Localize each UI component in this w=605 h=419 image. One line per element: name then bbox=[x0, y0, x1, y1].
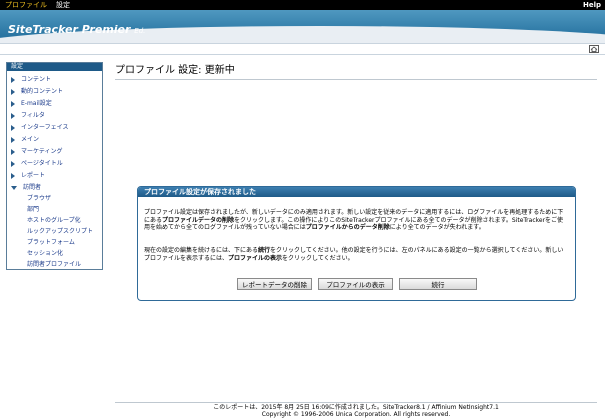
continue-button[interactable]: 続行 bbox=[399, 278, 477, 290]
header-banner: SiteTracker Premier Ed. bbox=[0, 10, 605, 40]
sidebar-item-report[interactable]: レポート bbox=[11, 171, 45, 180]
dialog-paragraph-1: プロファイル設定は保存されましたが、新しいデータにのみ適用されます。新しい設定を… bbox=[144, 209, 564, 231]
footer-divider bbox=[115, 402, 597, 403]
footer-report-info: このレポートは、2015年 8月 25日 16:09に作成されました。SiteT… bbox=[213, 404, 499, 411]
expand-arrow-icon bbox=[11, 76, 15, 83]
dialog-title: プロファイル設定が保存されました bbox=[138, 187, 575, 197]
dialog-paragraph-2: 現在の設定の編集を続けるには、下にある続行をクリックしてください。他の設定を行う… bbox=[144, 247, 564, 262]
menu-settings[interactable]: 設定 bbox=[56, 0, 70, 10]
brand-name: SiteTracker Premier bbox=[8, 23, 131, 36]
brand-logo: SiteTracker Premier Ed. bbox=[8, 23, 145, 36]
sidebar-item-main[interactable]: メイン bbox=[11, 135, 39, 144]
sidebar-item-content[interactable]: コンテント bbox=[11, 75, 51, 84]
top-menu-bar: プロファイル 設定 Help bbox=[0, 0, 605, 10]
expand-arrow-icon bbox=[11, 100, 15, 107]
sidebar-item-page-title[interactable]: ページタイトル bbox=[11, 159, 63, 168]
footer-copyright: Copyright © 1996-2006 Unica Corporation.… bbox=[261, 411, 451, 418]
sidebar-item-visitors[interactable]: 訪問者 bbox=[11, 183, 41, 192]
expand-arrow-icon bbox=[11, 160, 15, 167]
delete-report-data-button[interactable]: レポートデータの削除 bbox=[237, 278, 312, 290]
saved-dialog: プロファイル設定が保存されました プロファイル設定は保存されましたが、新しいデー… bbox=[137, 186, 576, 301]
sidebar-subitem-browser[interactable]: ブラウザ bbox=[27, 194, 51, 203]
sidebar-subitem-sessionization[interactable]: セッション化 bbox=[27, 249, 63, 258]
expand-arrow-icon bbox=[11, 88, 15, 95]
sidebar-item-email-settings[interactable]: E-mail設定 bbox=[11, 99, 52, 108]
sidebar-item-interface[interactable]: インターフェイス bbox=[11, 123, 68, 132]
sidebar-subitem-department[interactable]: 部門 bbox=[27, 205, 39, 214]
sidebar-header: 設定 bbox=[7, 63, 102, 71]
settings-sidebar: 設定 コンテント 動的コンテント E-mail設定 フィルタ インターフェイス … bbox=[6, 62, 103, 270]
sidebar-item-filter[interactable]: フィルタ bbox=[11, 111, 45, 120]
sidebar-subitem-platform[interactable]: プラットフォーム bbox=[27, 238, 75, 247]
expand-arrow-icon bbox=[11, 148, 15, 155]
menu-help[interactable]: Help bbox=[583, 0, 601, 10]
sidebar-item-dynamic-content[interactable]: 動的コンテント bbox=[11, 87, 63, 96]
footer: このレポートは、2015年 8月 25日 16:09に作成されました。SiteT… bbox=[115, 404, 597, 418]
toolbar bbox=[0, 43, 605, 55]
brand-edition: Ed. bbox=[134, 27, 146, 35]
sidebar-subitem-lookup-script[interactable]: ルックアップスクリプト bbox=[27, 227, 93, 236]
view-profile-button[interactable]: プロファイルの表示 bbox=[318, 278, 393, 290]
title-divider bbox=[115, 79, 597, 80]
page-title: プロファイル 設定: 更新中 bbox=[115, 65, 235, 76]
expand-arrow-icon bbox=[11, 136, 15, 143]
menu-profile[interactable]: プロファイル bbox=[5, 0, 47, 10]
expand-arrow-icon bbox=[11, 124, 15, 131]
sidebar-subitem-host-grouping[interactable]: ホストのグループ化 bbox=[27, 216, 81, 225]
home-icon[interactable] bbox=[589, 45, 599, 53]
sidebar-subitem-visitor-profile[interactable]: 訪問者プロファイル bbox=[27, 260, 81, 269]
expand-arrow-icon bbox=[11, 172, 15, 179]
expand-arrow-icon bbox=[11, 112, 15, 119]
collapse-arrow-icon bbox=[11, 185, 17, 190]
sidebar-item-marketing[interactable]: マーケティング bbox=[11, 147, 63, 156]
